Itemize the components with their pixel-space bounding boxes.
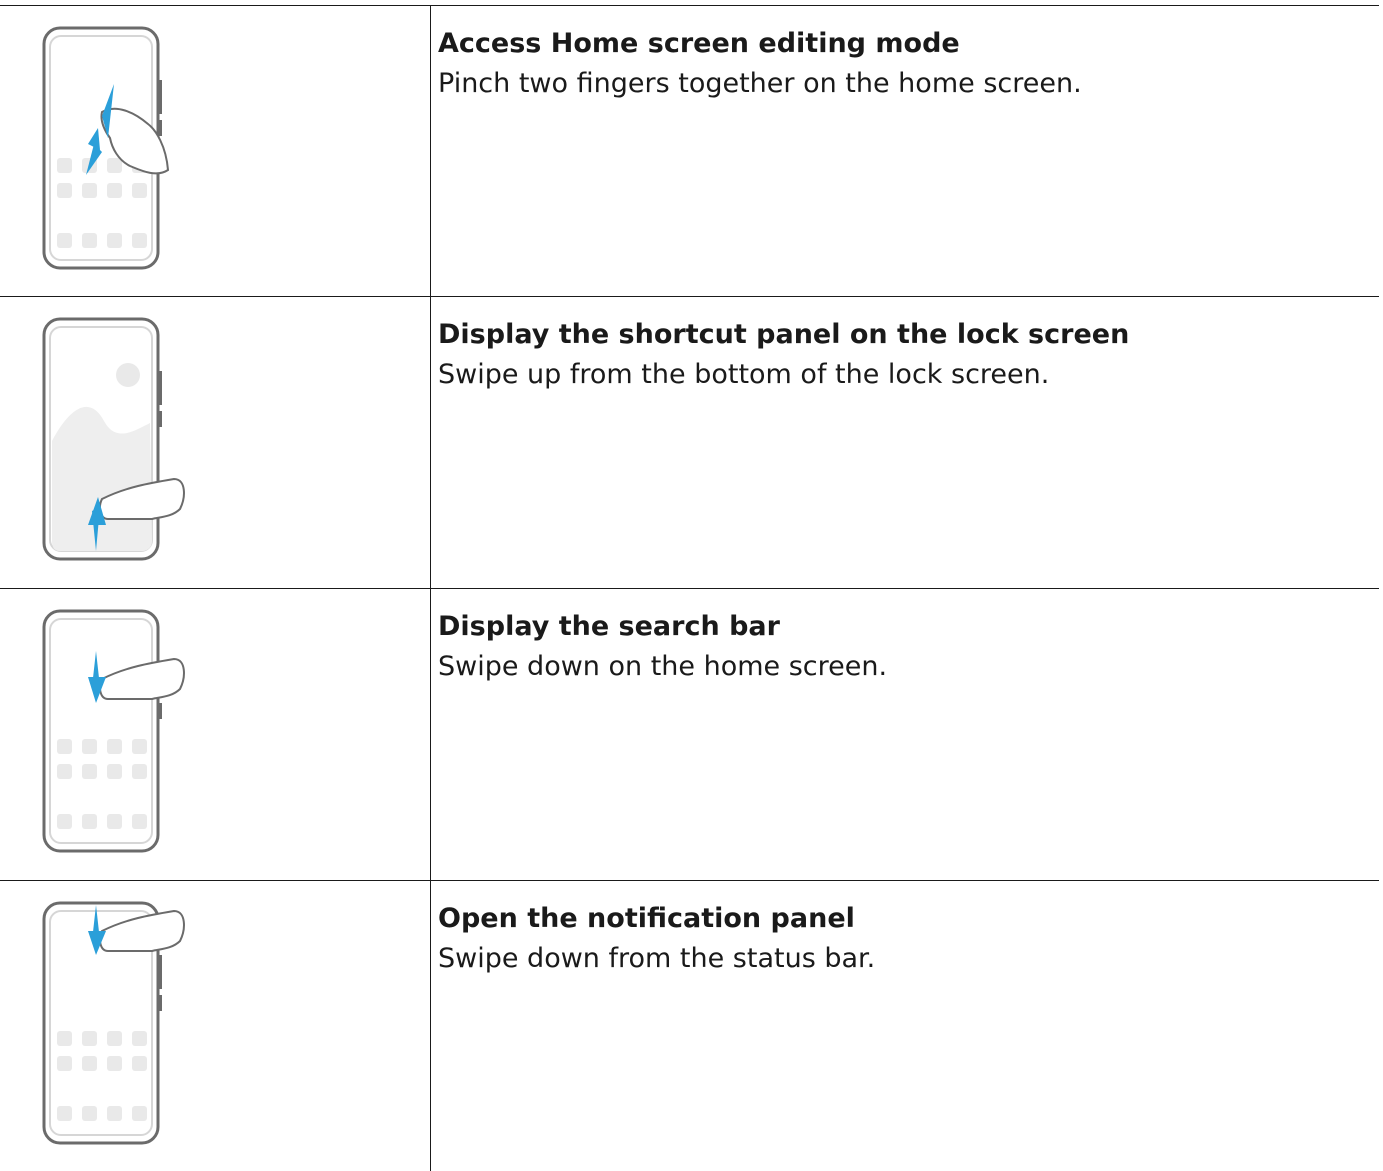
table-row: Display the search bar Swipe down on the… — [0, 589, 1379, 881]
gesture-table: Access Home screen editing mode Pinch tw… — [0, 5, 1379, 1171]
table-row: Open the notification panel Swipe down f… — [0, 881, 1379, 1171]
pinch-gesture-icon — [42, 26, 170, 270]
table-row: Display the shortcut panel on the lock s… — [0, 297, 1379, 589]
gesture-title: Display the search bar — [438, 611, 780, 642]
swipe-down-top-gesture-icon — [42, 901, 185, 1145]
gesture-title: Display the shortcut panel on the lock s… — [438, 319, 1130, 350]
swipe-down-middle-gesture-icon — [42, 609, 185, 853]
gesture-title: Access Home screen editing mode — [438, 28, 960, 59]
gesture-description: Swipe down from the status bar. — [438, 943, 876, 974]
text-cell: Open the notification panel Swipe down f… — [438, 899, 1379, 979]
table-row: Access Home screen editing mode Pinch tw… — [0, 5, 1379, 297]
text-cell: Access Home screen editing mode Pinch tw… — [438, 24, 1379, 104]
illustration-cell — [0, 6, 431, 296]
illustration-cell — [0, 297, 431, 588]
swipe-up-gesture-icon — [42, 317, 185, 561]
gesture-description: Swipe up from the bottom of the lock scr… — [438, 359, 1050, 390]
gesture-description: Pinch two fingers together on the home s… — [438, 68, 1082, 99]
text-cell: Display the shortcut panel on the lock s… — [438, 315, 1379, 395]
illustration-cell — [0, 589, 431, 880]
gesture-description: Swipe down on the home screen. — [438, 651, 888, 682]
gesture-title: Open the notification panel — [438, 903, 855, 934]
text-cell: Display the search bar Swipe down on the… — [438, 607, 1379, 687]
illustration-cell — [0, 881, 431, 1171]
